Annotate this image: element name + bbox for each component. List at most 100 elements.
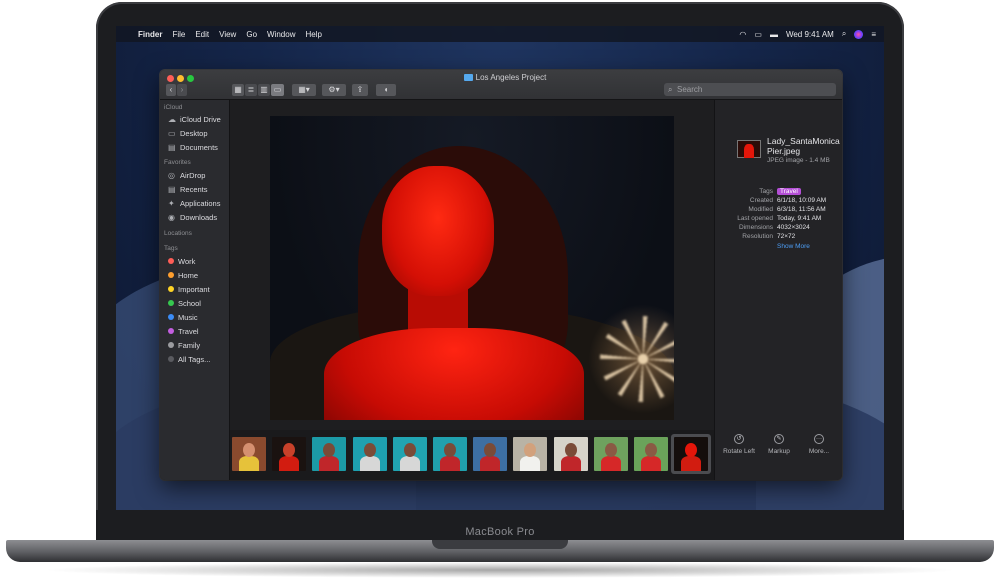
menu-window[interactable]: Window — [267, 30, 295, 39]
sidebar-item-tag[interactable]: Work — [168, 256, 228, 267]
sidebar-item-label: Recents — [180, 185, 208, 194]
tag-badge[interactable]: Travel — [777, 188, 801, 195]
list-view-button[interactable]: ≣ — [245, 84, 257, 96]
thumbnail-subject — [403, 443, 416, 457]
thumbnail-subject — [685, 443, 698, 457]
filmstrip-thumbnail[interactable] — [312, 437, 347, 471]
share-button[interactable]: ⇪ — [352, 84, 368, 96]
sidebar-item-tag[interactable]: Important — [168, 284, 228, 295]
minimize-button[interactable] — [177, 75, 184, 82]
sidebar-item-label: Home — [178, 271, 199, 280]
action-label: More... — [808, 448, 830, 455]
preview-pane: Lady_SantaMonicaPier.jpeg JPEG image - 1… — [714, 100, 842, 480]
sidebar-item-tag[interactable]: All Tags... — [168, 354, 228, 365]
search-icon: ⌕ — [668, 85, 673, 94]
tag-button[interactable]: ◖ — [376, 84, 396, 96]
menu-clock[interactable]: Wed 9:41 AM — [786, 30, 834, 39]
control-icon[interactable]: ≡ — [871, 30, 876, 39]
tag-color-dot — [168, 300, 174, 306]
sidebar-item-tag[interactable]: Home — [168, 270, 228, 281]
metadata-row-tags: Tags Travel — [715, 187, 842, 196]
wifi-icon[interactable]: ◠ — [739, 30, 746, 39]
sidebar-item-desktop[interactable]: ▭ Desktop — [168, 128, 228, 139]
thumbnail-subject — [641, 456, 661, 471]
close-button[interactable] — [167, 75, 174, 82]
sidebar-item-label: Downloads — [180, 213, 218, 222]
menu-view[interactable]: View — [219, 30, 236, 39]
folder-icon — [463, 74, 473, 81]
menu-file[interactable]: File — [172, 30, 185, 39]
filmstrip-thumbnail[interactable] — [593, 437, 628, 471]
metadata-value: 6/1/18, 10:09 AM — [777, 197, 827, 204]
finder-window: Los Angeles Project ‹ › ▦ ≣ ▥ ▭ ▦▾ ⚙▾ ⇪ … — [160, 70, 842, 480]
zoom-button[interactable] — [187, 75, 194, 82]
sidebar-item-label: School — [178, 299, 201, 308]
filmstrip-thumbnail[interactable] — [473, 437, 508, 471]
metadata-row-created: Created 6/1/18, 10:09 AM — [715, 196, 842, 205]
markup-button[interactable]: ✎ Markup — [759, 434, 799, 455]
sidebar-item-tag[interactable]: Music — [168, 312, 228, 323]
filmstrip-thumbnail[interactable] — [513, 437, 548, 471]
tag-color-dot — [168, 286, 174, 292]
window-title-text: Los Angeles Project — [475, 73, 547, 82]
battery-icon[interactable]: ▬ — [770, 30, 778, 39]
menu-go[interactable]: Go — [246, 30, 257, 39]
sidebar-item-downloads[interactable]: ◉ Downloads — [168, 212, 228, 223]
menu-edit[interactable]: Edit — [195, 30, 209, 39]
column-view-button[interactable]: ▥ — [258, 84, 270, 96]
sidebar-item-tag[interactable]: Travel — [168, 326, 228, 337]
sidebar-header-tags: Tags — [164, 245, 178, 252]
filmstrip-thumbnail[interactable] — [674, 437, 709, 471]
sidebar-item-applications[interactable]: ✦ Applications — [168, 198, 228, 209]
search-field[interactable]: ⌕ Search — [664, 83, 836, 96]
spotlight-icon[interactable]: ⌕ — [842, 29, 846, 39]
metadata-value: 6/3/18, 11:56 AM — [777, 206, 826, 213]
metadata-key: Resolution — [742, 233, 773, 240]
action-label: Markup — [768, 448, 790, 455]
sidebar-item-documents[interactable]: ▤ Documents — [168, 142, 228, 153]
filmstrip-thumbnail[interactable] — [272, 437, 307, 471]
photo-face — [382, 166, 494, 296]
filmstrip-thumbnail[interactable] — [232, 437, 266, 471]
forward-button[interactable]: › — [177, 84, 187, 96]
sidebar-item-label: Applications — [180, 199, 221, 208]
menu-help[interactable]: Help — [305, 30, 321, 39]
gallery-view-button[interactable]: ▭ — [271, 84, 284, 96]
sidebar-item-airdrop[interactable]: ◎ AirDrop — [168, 170, 228, 181]
thumbnail-subject — [323, 443, 336, 457]
sidebar-item-tag[interactable]: School — [168, 298, 228, 309]
filmstrip — [230, 430, 714, 480]
sidebar-header-locations: Locations — [164, 230, 192, 237]
action-button[interactable]: ⚙▾ — [322, 84, 346, 96]
back-button[interactable]: ‹ — [166, 84, 176, 96]
airplay-icon[interactable]: ▭ — [754, 30, 762, 39]
group-by-button[interactable]: ▦▾ — [292, 84, 316, 96]
window-toolbar: Los Angeles Project ‹ › ▦ ≣ ▥ ▭ ▦▾ ⚙▾ ⇪ … — [160, 70, 842, 100]
filmstrip-thumbnail[interactable] — [433, 437, 467, 471]
menu-bar: Finder File Edit View Go Window Help ◠ ▭… — [116, 26, 884, 42]
filmstrip-thumbnail[interactable] — [634, 437, 668, 471]
metadata-row-dimensions: Dimensions 4032×3024 — [715, 223, 842, 232]
icon-view-button[interactable]: ▦ — [232, 84, 244, 96]
filmstrip-thumbnail[interactable] — [392, 437, 427, 471]
more-icon: ··· — [814, 434, 824, 444]
more-actions-button[interactable]: ··· More... — [799, 434, 839, 455]
sidebar-item-recents[interactable]: ▤ Recents — [168, 184, 228, 195]
filmstrip-thumbnail[interactable] — [352, 437, 387, 471]
laptop-shadow — [40, 562, 960, 578]
metadata-key: Last opened — [737, 215, 773, 222]
sidebar-item-tag[interactable]: Family — [168, 340, 228, 351]
sidebar-item-label: Important — [178, 285, 210, 294]
preview-image[interactable] — [270, 116, 674, 420]
device-brand: MacBook Pro — [465, 526, 535, 538]
show-more-link[interactable]: Show More — [777, 243, 810, 250]
filmstrip-thumbnail[interactable] — [553, 437, 588, 471]
rotate-left-button[interactable]: ↺ Rotate Left — [719, 434, 759, 455]
siri-icon[interactable] — [854, 29, 864, 39]
menu-extras: ◠ ▭ ▬ Wed 9:41 AM ⌕ ≡ — [739, 26, 876, 42]
thumbnail-subject — [239, 456, 259, 471]
laptop-notch — [432, 540, 568, 549]
metadata-row-modified: Modified 6/3/18, 11:56 AM — [715, 205, 842, 214]
sidebar-item-icloud-drive[interactable]: ☁ iCloud Drive — [168, 114, 228, 125]
menu-app-name[interactable]: Finder — [138, 30, 162, 39]
